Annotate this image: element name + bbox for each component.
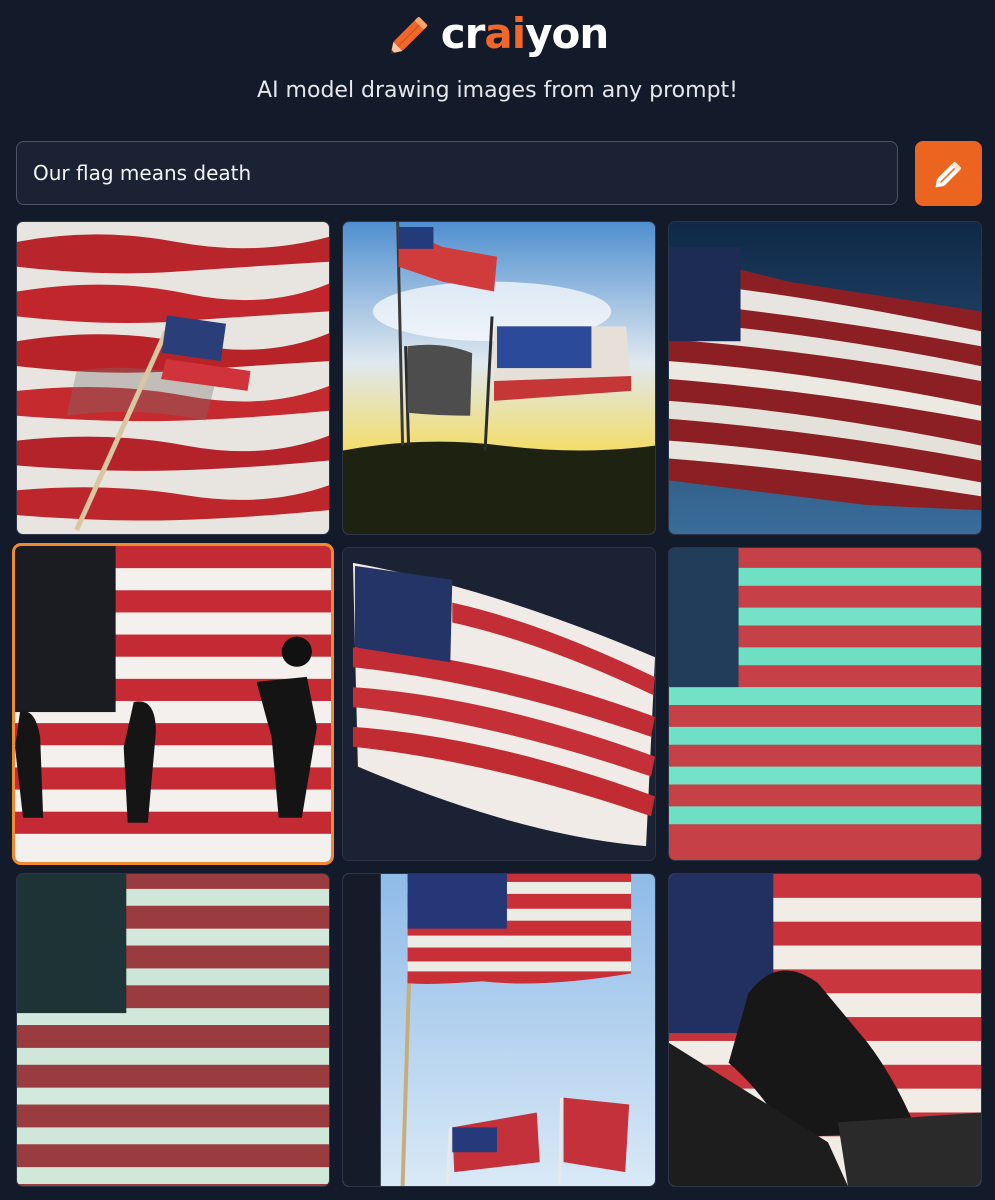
- header: craiyon AI model drawing images from any…: [0, 0, 995, 130]
- result-image[interactable]: [342, 873, 656, 1187]
- result-image[interactable]: [16, 873, 330, 1187]
- pencil-icon: [387, 10, 435, 58]
- prompt-input[interactable]: [16, 141, 898, 205]
- pencil-icon: [931, 156, 967, 192]
- result-image[interactable]: [668, 873, 982, 1187]
- results-grid: [12, 221, 982, 1191]
- draw-button[interactable]: [915, 141, 982, 206]
- logo-wordmark: craiyon: [440, 8, 610, 60]
- logo-suffix: yon: [525, 9, 609, 58]
- logo[interactable]: craiyon: [0, 8, 995, 60]
- result-image[interactable]: [668, 547, 982, 861]
- result-image[interactable]: [16, 221, 330, 535]
- logo-prefix: cr: [440, 9, 486, 58]
- result-image-selected[interactable]: [12, 543, 334, 865]
- result-image[interactable]: [342, 547, 656, 861]
- prompt-bar: [16, 141, 982, 207]
- result-image[interactable]: [342, 221, 656, 535]
- tagline: AI model drawing images from any prompt!: [257, 78, 738, 103]
- logo-ai: ai: [484, 9, 526, 58]
- result-image[interactable]: [668, 221, 982, 535]
